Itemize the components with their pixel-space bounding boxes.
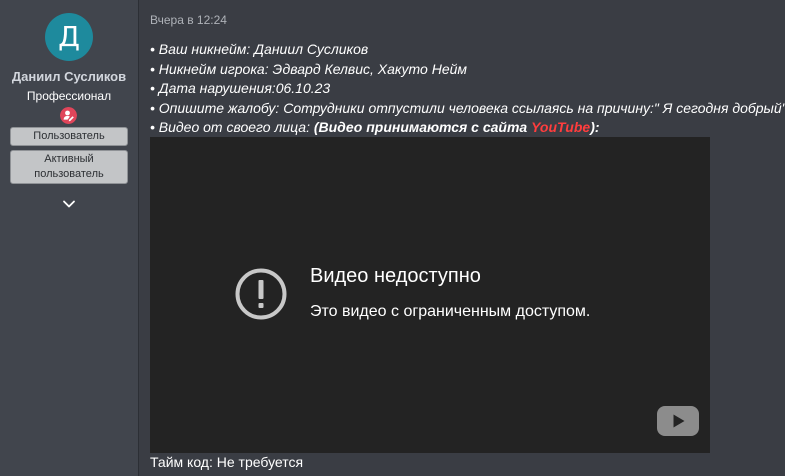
youtube-link[interactable]: YouTube — [531, 119, 590, 135]
post-line-nickname: • Ваш никнейм: Даниил Сусликов — [150, 41, 369, 57]
video-line-prefix: • Видео от своего лица: — [150, 119, 314, 135]
post-date[interactable]: Вчера в 12:24 — [150, 13, 227, 27]
post-body: • Ваш никнейм: Даниил Сусликов • Никнейм… — [150, 40, 785, 138]
post-line-complaint: • Опишите жалобу: Сотрудники отпустили ч… — [150, 99, 785, 116]
exclamation-circle-icon — [235, 268, 287, 320]
avatar[interactable]: Д — [45, 13, 93, 61]
user-banner-active: Активный пользователь — [10, 150, 128, 184]
video-unavailable-title: Видео недоступно — [310, 265, 481, 287]
video-unavailable-subtitle: Это видео с ограниченным доступом. — [310, 303, 591, 320]
youtube-logo-icon[interactable] — [657, 406, 699, 436]
post-line-timecode: Тайм код: Не требуется — [150, 454, 304, 470]
video-line-note-open: (Видео принимаются с сайта — [313, 119, 532, 135]
forum-post: Д Даниил Сусликов Профессионал Пользоват… — [0, 0, 785, 476]
chevron-down-icon[interactable] — [61, 196, 77, 212]
video-line-note-close: ): — [590, 119, 600, 135]
banner-label-line-2: пользователь — [34, 168, 104, 180]
avatar-letter: Д — [58, 20, 80, 53]
user-edit-icon — [60, 107, 77, 124]
post-line-video: • Видео от своего лица: (Видео принимают… — [150, 118, 785, 138]
user-sidebar: Д Даниил Сусликов Профессионал Пользоват… — [0, 0, 139, 476]
user-banner-user: Пользователь — [10, 127, 128, 146]
banner-label: Пользователь — [33, 130, 105, 142]
post-line-player-nickname: • Никнейм игрока: Эдвард Келвис, Хакуто … — [150, 60, 467, 77]
user-title: Профессионал — [26, 89, 112, 103]
banner-label-line-1: Активный — [44, 153, 94, 165]
username[interactable]: Даниил Сусликов — [0, 69, 138, 84]
video-embed[interactable]: Видео недоступно Это видео с ограниченны… — [150, 137, 710, 453]
post-line-violation-date: • Дата нарушения:06.10.23 — [150, 80, 331, 96]
